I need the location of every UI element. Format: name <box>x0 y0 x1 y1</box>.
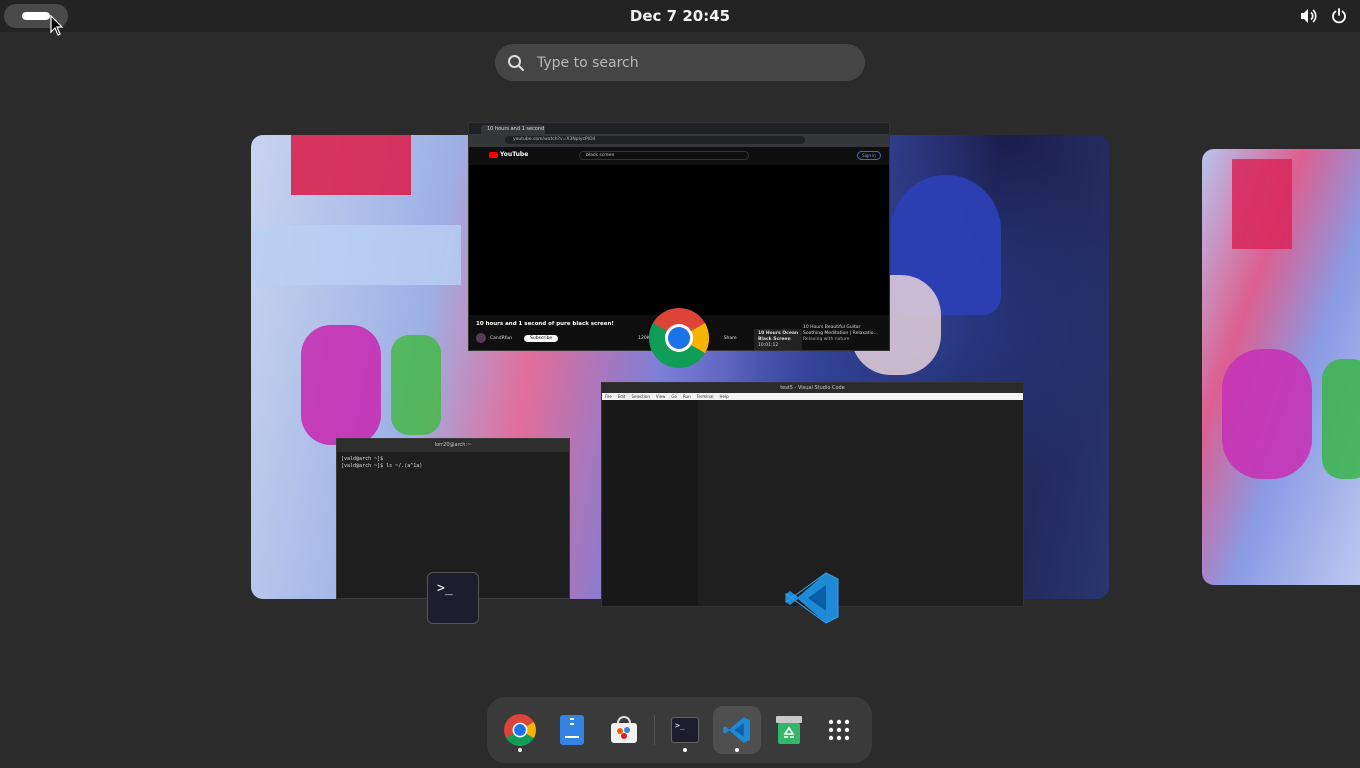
dash-chrome[interactable] <box>496 706 544 754</box>
vscode-menubar: File Edit Selection View Go Run Terminal… <box>602 393 1023 400</box>
clock-area: Dec 7 20:45 <box>0 0 1360 32</box>
vscode-menu-item: View <box>655 394 666 399</box>
terminal-header: lorr20@arch:~ <box>337 439 569 452</box>
youtube-player <box>469 165 889 315</box>
subscribe-button: Subscribe <box>524 334 559 342</box>
dash-show-apps[interactable] <box>815 706 863 754</box>
workspace-thumbnail-next[interactable] <box>1202 149 1360 585</box>
wallpaper-shape <box>1232 159 1292 249</box>
vscode-menu-item: Selection <box>631 394 650 399</box>
search-bar[interactable] <box>495 44 865 81</box>
youtube-logo-text: YouTube <box>500 151 529 158</box>
dash-separator <box>654 715 655 745</box>
chrome-address-bar: youtube.com/watch?v=X3NplycPIO4 <box>505 136 805 144</box>
chrome-toolbar: youtube.com/watch?v=X3NplycPIO4 <box>469 134 889 147</box>
terminal-icon: >_ <box>427 572 479 624</box>
vscode-menu-item: Run <box>682 394 691 399</box>
chrome-icon <box>647 306 711 370</box>
dash: >_ <box>487 697 872 763</box>
share-button: Share <box>723 335 737 341</box>
dash-software[interactable] <box>600 706 648 754</box>
terminal-output: [vald@arch ~]$ [vald@arch ~]$ ls ~/.(a^1… <box>337 452 569 474</box>
running-indicator <box>683 748 687 752</box>
wallpaper-shape <box>1322 359 1360 479</box>
youtube-logo: YouTube <box>489 151 528 158</box>
youtube-header: YouTube black screen Sign in <box>469 147 889 165</box>
terminal-line: [vald@arch ~]$ <box>341 456 384 462</box>
vscode-icon <box>784 569 842 627</box>
wallpaper-shape <box>1222 349 1312 479</box>
text-editor-icon <box>560 715 584 745</box>
youtube-play-icon <box>489 151 498 158</box>
wallpaper-shape <box>301 325 381 445</box>
youtube-search-box: black screen <box>579 151 749 160</box>
vscode-menu-item: Help <box>719 394 729 399</box>
chrome-tab: 10 hours and 1 second of <box>481 125 545 134</box>
vscode-menu-item: Terminal <box>696 394 714 399</box>
dash-vscode[interactable] <box>713 706 761 754</box>
vscode-menu-item: Go <box>671 394 677 399</box>
wallpaper-shape <box>291 135 411 195</box>
terminal-line: [vald@arch ~]$ ls ~/.(a^1a) <box>341 463 423 469</box>
wallpaper-shape <box>391 335 441 435</box>
vscode-menu-item: File <box>605 394 612 399</box>
rec1-duration: 10:01:12 <box>758 343 779 348</box>
trash-icon <box>776 716 802 744</box>
vscode-sidebar <box>602 400 698 606</box>
dash-text-editor[interactable] <box>548 706 596 754</box>
terminal-icon: >_ <box>671 717 699 743</box>
recommendation-2: 10 Hours Beautiful Guitar Soothing Medit… <box>803 325 878 343</box>
youtube-signin-button: Sign in <box>857 151 881 160</box>
app-grid-icon <box>828 719 850 741</box>
power-icon[interactable] <box>1330 7 1348 25</box>
mouse-cursor-icon <box>50 15 64 36</box>
video-title: 10 hours and 1 second of pure black scre… <box>476 321 614 327</box>
chrome-tab-strip: 10 hours and 1 second of <box>469 123 889 134</box>
search-input[interactable] <box>535 53 865 72</box>
channel-name: CandRfun <box>490 335 513 341</box>
workspace-indicator <box>22 12 50 20</box>
clock-button[interactable]: Dec 7 20:45 <box>630 7 730 25</box>
running-indicator <box>518 748 522 752</box>
dash-trash[interactable] <box>765 706 813 754</box>
system-tray[interactable] <box>1300 6 1348 26</box>
chrome-icon <box>504 714 536 746</box>
vscode-menu-item: Edit <box>617 394 626 399</box>
channel-avatar <box>476 333 486 343</box>
running-indicator <box>735 748 739 752</box>
rec2-channel: Relaxing with nature <box>803 337 850 342</box>
vscode-titlebar: test5 - Visual Studio Code <box>602 383 1023 393</box>
dash-terminal[interactable]: >_ <box>661 706 709 754</box>
volume-icon[interactable] <box>1300 7 1318 25</box>
wallpaper-shape <box>251 225 461 285</box>
recommendation-1: 10 Hours Ocean Black Screen 10:01:12 <box>754 329 803 350</box>
vscode-icon <box>723 717 750 743</box>
top-bar: Dec 7 20:45 <box>0 0 1360 32</box>
software-icon <box>611 716 637 743</box>
search-icon <box>508 54 524 71</box>
